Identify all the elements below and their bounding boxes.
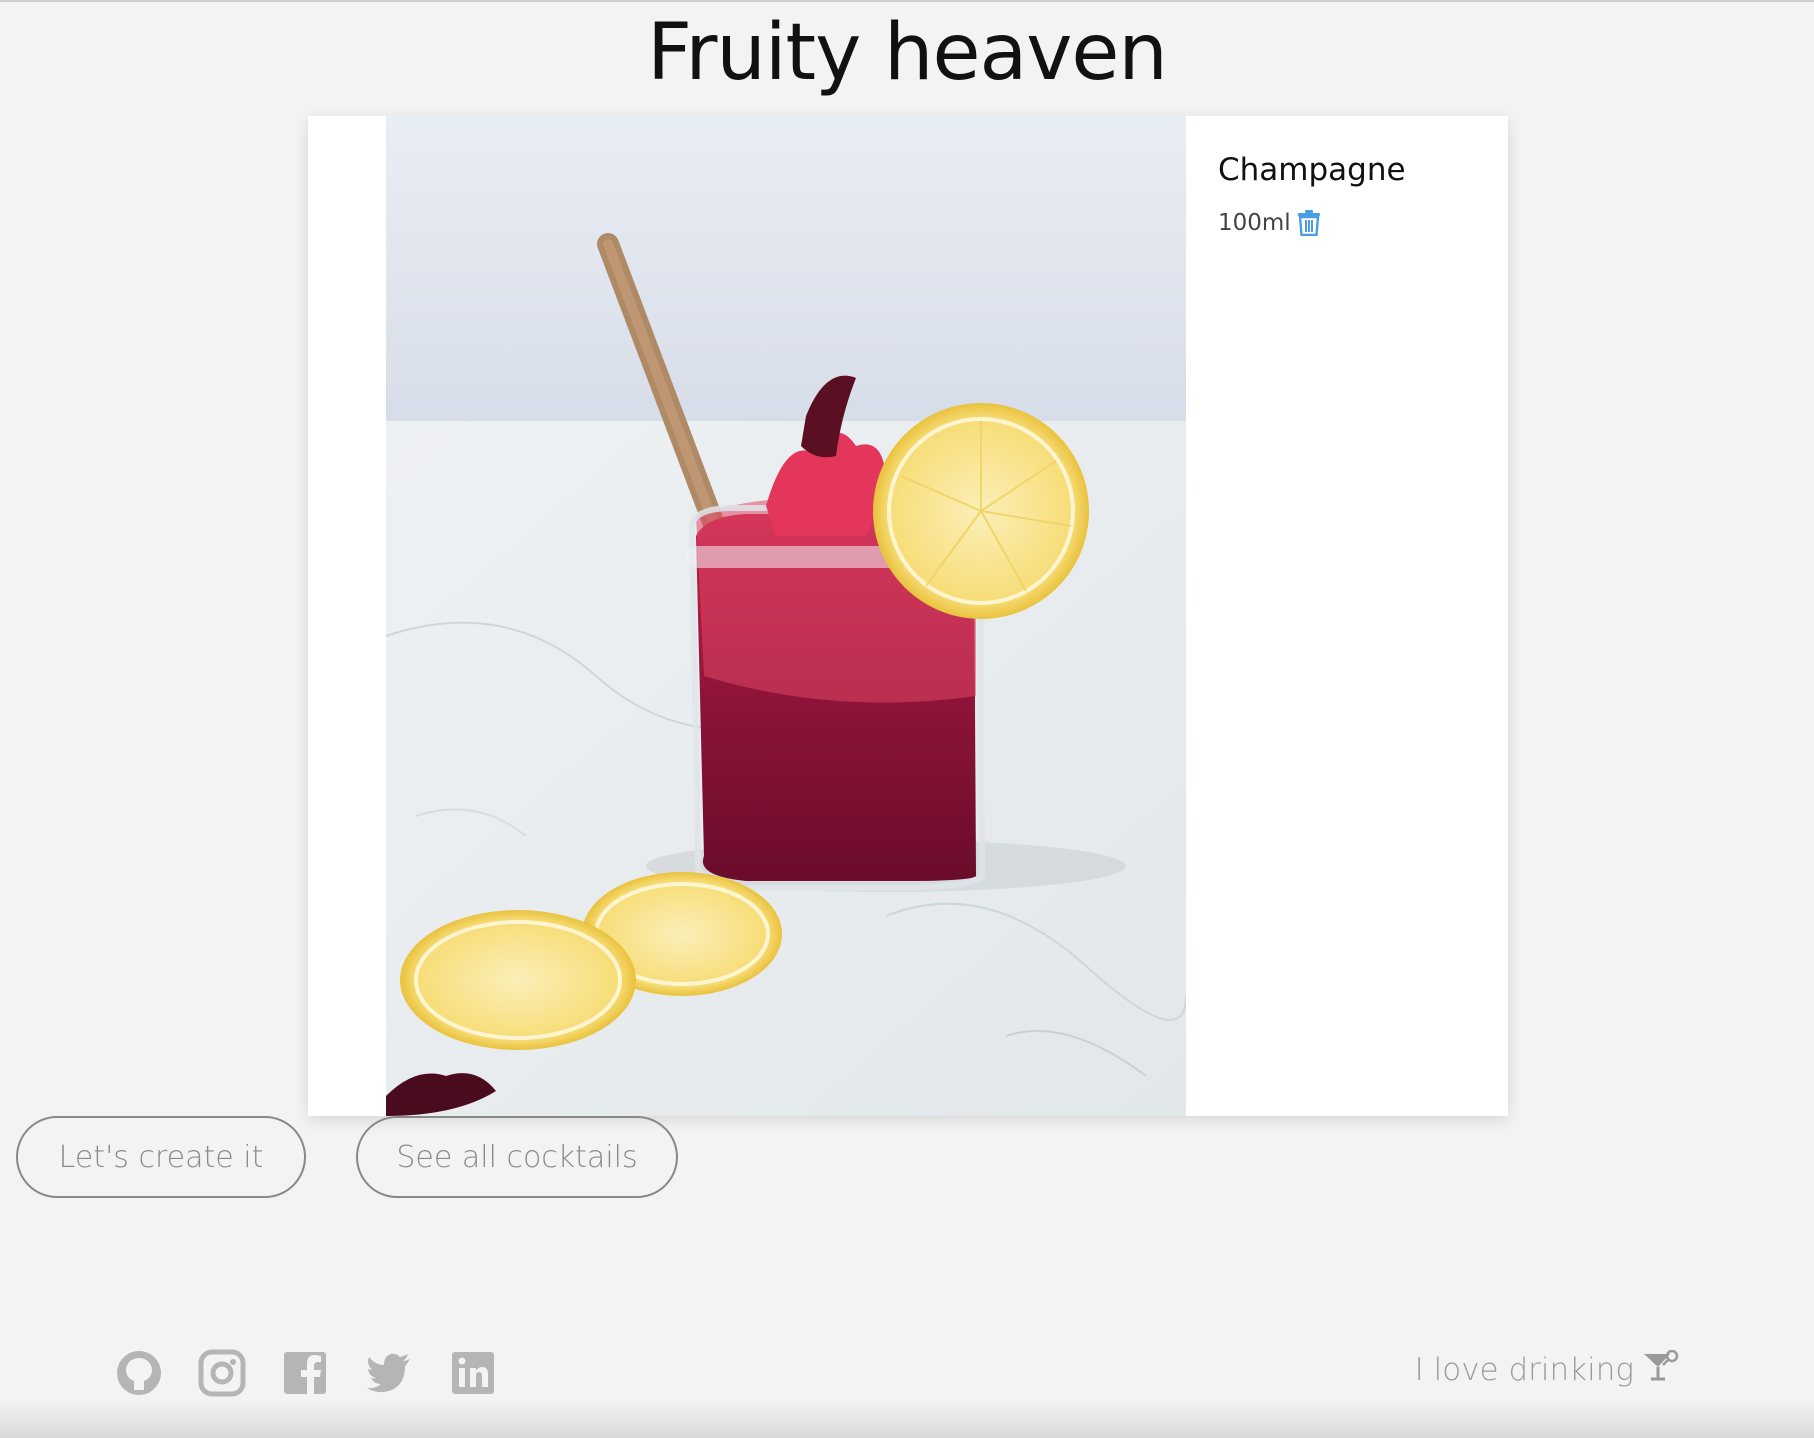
tagline-text: I love drinking	[1414, 1352, 1634, 1388]
trash-icon[interactable]	[1297, 210, 1321, 236]
create-cocktail-button[interactable]: Let's create it	[16, 1116, 306, 1198]
facebook-icon[interactable]	[281, 1349, 329, 1397]
ingredient-name: Champagne	[1218, 152, 1406, 188]
ingredient-amount: 100ml	[1218, 210, 1291, 236]
cocktail-image	[386, 116, 1186, 1116]
github-icon[interactable]	[115, 1349, 163, 1397]
linkedin-icon[interactable]	[449, 1349, 497, 1397]
twitter-icon[interactable]	[365, 1349, 413, 1397]
top-border	[0, 0, 1814, 2]
see-all-cocktails-button[interactable]: See all cocktails	[356, 1116, 678, 1198]
cocktail-card: Champagne 100ml	[308, 116, 1508, 1116]
page-title: Fruity heaven	[647, 8, 1168, 98]
cocktail-glass-icon	[1642, 1349, 1680, 1390]
instagram-icon[interactable]	[198, 1349, 246, 1397]
footer: I love drinking	[0, 1330, 1814, 1410]
ingredients-list: Champagne 100ml	[1218, 152, 1478, 236]
bottom-shade	[0, 1400, 1814, 1438]
footer-tagline: I love drinking	[1414, 1349, 1680, 1390]
page: Fruity heaven Champagne 100ml Let's crea…	[0, 0, 1814, 1438]
ingredient-row: 100ml	[1218, 210, 1478, 236]
